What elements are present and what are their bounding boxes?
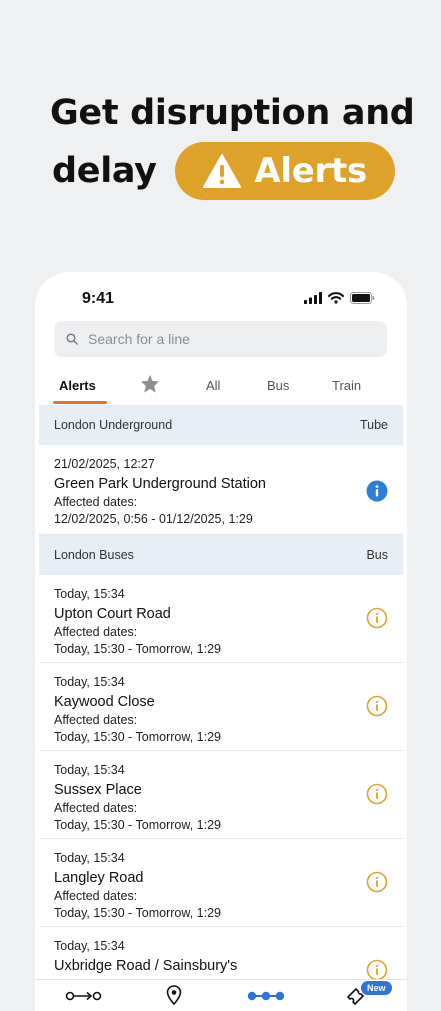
nav-more[interactable] — [247, 990, 285, 1002]
list-item[interactable]: Today, 15:34 Sussex Place Affected dates… — [39, 751, 403, 839]
affected-dates: Today, 15:30 - Tomorrow, 1:29 — [54, 906, 221, 920]
affected-dates-label: Affected dates: — [54, 889, 138, 903]
active-tab-indicator — [53, 401, 107, 404]
promo-headline: Get disruption and delay Alerts — [0, 84, 441, 200]
alert-location: Upton Court Road — [54, 606, 171, 622]
alert-time: 21/02/2025, 12:27 — [54, 457, 155, 471]
affected-dates-label: Affected dates: — [54, 625, 138, 639]
alert-time: Today, 15:34 — [54, 587, 125, 601]
bottom-navigation: New — [35, 979, 407, 1011]
alert-time: Today, 15:34 — [54, 851, 125, 865]
info-outline-icon[interactable] — [366, 607, 388, 629]
alerts-pill-label: Alerts — [254, 151, 367, 191]
tab-all[interactable]: All — [206, 378, 220, 393]
alerts-pill: Alerts — [174, 142, 395, 200]
affected-dates: Today, 15:30 - Tomorrow, 1:29 — [54, 642, 221, 656]
info-outline-icon[interactable] — [366, 871, 388, 893]
tab-train[interactable]: Train — [332, 378, 361, 393]
affected-dates-label: Affected dates: — [54, 801, 138, 815]
headline-line-1: Get disruption and — [50, 93, 415, 133]
list-item[interactable]: Today, 15:34 Langley Road Affected dates… — [39, 839, 403, 927]
section-title: London Underground — [54, 418, 173, 432]
alert-location: Langley Road — [54, 870, 144, 886]
alert-time: Today, 15:34 — [54, 675, 125, 689]
section-header-buses: London Buses Bus — [39, 535, 403, 575]
info-outline-icon[interactable] — [366, 695, 388, 717]
section-title: London Buses — [54, 548, 134, 562]
battery-icon — [350, 292, 375, 304]
info-filled-icon[interactable] — [366, 480, 388, 502]
alert-location: Sussex Place — [54, 782, 142, 798]
info-outline-icon[interactable] — [366, 959, 388, 981]
alert-location: Green Park Underground Station — [54, 476, 266, 492]
alert-time: Today, 15:34 — [54, 939, 125, 953]
list-item[interactable]: Today, 15:34 Kaywood Close Affected date… — [39, 663, 403, 751]
tab-bus[interactable]: Bus — [267, 378, 289, 393]
affected-dates: Today, 15:30 - Tomorrow, 1:29 — [54, 730, 221, 744]
nav-nearby[interactable] — [166, 985, 182, 1005]
alert-time: Today, 15:34 — [54, 763, 125, 777]
signal-icon — [304, 292, 322, 304]
section-mode: Bus — [366, 548, 388, 562]
location-pin-icon — [166, 985, 182, 1005]
status-bar: 9:41 — [35, 272, 407, 324]
alert-location: Kaywood Close — [54, 694, 155, 710]
status-icons — [304, 292, 375, 304]
wifi-icon — [328, 292, 344, 304]
tab-alerts[interactable]: Alerts — [59, 378, 96, 393]
alert-location: Uxbridge Road / Sainsbury's — [54, 958, 238, 974]
search-icon — [66, 333, 78, 345]
nav-journey[interactable] — [65, 989, 103, 1003]
search-input[interactable] — [88, 331, 368, 347]
affected-dates: Today, 15:30 - Tomorrow, 1:29 — [54, 818, 221, 832]
list-item[interactable]: 21/02/2025, 12:27 Green Park Underground… — [39, 445, 403, 535]
status-time: 9:41 — [82, 290, 115, 307]
new-badge: New — [361, 981, 392, 995]
alerts-list: London Underground Tube 21/02/2025, 12:2… — [39, 405, 403, 1011]
list-item[interactable]: Today, 15:34 Upton Court Road Affected d… — [39, 575, 403, 663]
section-header-underground: London Underground Tube — [39, 405, 403, 445]
affected-dates: 12/02/2025, 0:56 - 01/12/2025, 1:29 — [54, 512, 253, 526]
affected-dates-label: Affected dates: — [54, 495, 138, 509]
warning-icon — [203, 154, 242, 188]
search-bar[interactable] — [54, 321, 387, 357]
star-icon — [140, 374, 160, 393]
section-mode: Tube — [359, 418, 388, 432]
headline-line-2: delay Alerts — [0, 142, 441, 200]
more-dots-icon — [247, 991, 285, 1001]
info-outline-icon[interactable] — [366, 783, 388, 805]
phone-screen: 9:41 Alerts — [35, 272, 407, 1011]
journey-icon — [65, 991, 102, 1001]
filter-tabs: Alerts All Bus Train — [39, 372, 403, 408]
headline-delay-text: delay — [52, 151, 157, 191]
affected-dates-label: Affected dates: — [54, 713, 138, 727]
tab-favourites[interactable] — [140, 374, 160, 396]
